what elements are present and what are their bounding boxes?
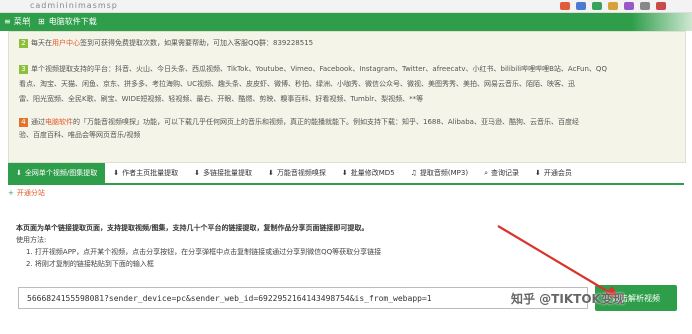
music-icon: ♫ (410, 169, 417, 177)
menu-button[interactable]: ≡ 菜单 (4, 16, 30, 27)
site-link[interactable]: ⊞ 电脑软件下载 (38, 16, 97, 27)
step-number-badge: 4 (19, 117, 28, 127)
instructions-intro: 本页面为单个链接提取页面，支持提取视频/图集，支持几十个平台的链接提取，复制作品… (16, 224, 369, 232)
download-icon: ⬇ (194, 169, 200, 177)
menu-icon: ≡ (4, 17, 11, 26)
tab-label: 批量修改MD5 (350, 169, 395, 177)
search-icon: ⌕ (484, 168, 489, 177)
download-icon: ⬇ (341, 169, 348, 177)
menu-label: 菜单 (13, 17, 30, 26)
usage-step-2: 2. 将刚才复制的链接粘贴到下面的输入框 (26, 260, 154, 268)
extension-icon[interactable] (624, 2, 634, 10)
tab-author-batch[interactable]: ⬇ 作者主页批量提取 (105, 163, 186, 183)
extension-icon[interactable] (592, 2, 602, 10)
download-icon: ⬇ (16, 169, 22, 177)
tab-query-records[interactable]: ⌕ 查询记录 (476, 163, 527, 183)
info-panel: 2 每天在用户中心签到可获得免费提取次数，如果需要帮助，可加入客服QQ群：8392… (8, 31, 686, 163)
tab-label: 多链接批量提取 (202, 169, 252, 177)
info-line-2b: 看点、淘宝、天猫、闲鱼、京东、拼多多、考拉海购、UC视频、趣头条、皮皮虾、微博、… (19, 80, 576, 88)
tab-audio-mp3[interactable]: ♫ 提取音频(MP3) (403, 163, 476, 183)
info-line-3b: 验、百度百科、唯品会等网页音乐/视频 (19, 131, 141, 139)
extension-icon[interactable] (640, 2, 650, 10)
browser-address-bar: cadmininimasmsp (0, 0, 692, 13)
tab-label: 作者主页批量提取 (122, 169, 179, 177)
info-text: 通过 (31, 118, 45, 126)
link-input-box (18, 287, 588, 309)
tab-label: 万能音视频嗅探 (276, 169, 326, 177)
navbar-decoration (632, 13, 692, 31)
info-line-2: 3 单个视频提取支持的平台：抖音、火山、今日头条、西瓜视频、TikTok、Yout… (19, 64, 607, 75)
tab-multi-link[interactable]: ⬇ 多链接批量提取 (186, 163, 260, 183)
info-line-3: 4 通过电脑软件的「万能音视频嗅探」功能，可以下载几乎任何网页上的音乐和视频，真正… (19, 117, 579, 128)
nav-divider (29, 17, 30, 27)
info-text: 每天在 (31, 39, 52, 47)
tab-membership[interactable]: ⬇ 开通会员 (527, 163, 580, 183)
extension-icon[interactable] (576, 2, 586, 10)
tab-label: 查询记录 (491, 169, 520, 177)
download-icon: ⬇ (113, 169, 120, 177)
download-icon: ⬇ (267, 169, 274, 177)
watermark-text: 知乎 @TIKTOK变现 (511, 292, 625, 306)
extension-icon[interactable] (560, 2, 570, 10)
step-number-badge: 2 (19, 38, 28, 48)
user-center-link[interactable]: 用户中心 (52, 39, 80, 47)
site-navbar: ≡ 菜单 ⊞ 电脑软件下载 (0, 13, 692, 31)
tab-label: 开通会员 (543, 169, 572, 177)
tool-tabs: ⬇ 全网单个视频/图集提取 ⬇ 作者主页批量提取 ⬇ 多链接批量提取 ⬇ 万能音视频嗅探… (8, 163, 684, 185)
tab-md5[interactable]: ⬇ 批量修改MD5 (334, 163, 403, 183)
extension-icon[interactable] (608, 2, 618, 10)
tab-single-video[interactable]: ⬇ 全网单个视频/图集提取 (8, 163, 106, 183)
info-text: 单个视频提取支持的平台：抖音、火山、今日头条、西瓜视频、TikTok、Youtu… (31, 65, 607, 73)
plus-icon: + (8, 189, 14, 197)
tab-label: 开通分站 (16, 189, 45, 197)
extension-icon[interactable] (656, 2, 666, 10)
step-number-badge: 3 (19, 64, 28, 74)
software-link[interactable]: 电脑软件 (45, 118, 73, 126)
address-url[interactable]: cadmininimasmsp (30, 1, 118, 10)
tab-label: 提取音频(MP3) (419, 169, 469, 177)
site-label: 电脑软件下载 (48, 17, 97, 26)
usage-title: 使用方法: (16, 236, 47, 244)
info-text: 的「万能音视频嗅探」功能，可以下载几乎任何网页上的音乐和视频，真正的能播就能下。… (73, 118, 579, 126)
info-line-2c: 雷、阳光宽频、全民K歌、刷宝、WIDE短视频、轻视频、最右、开眼、酷燃、剪映、糗… (19, 95, 424, 103)
tab-sniffer[interactable]: ⬇ 万能音视频嗅探 (260, 163, 334, 183)
link-input[interactable] (19, 288, 587, 308)
tab-sub-site[interactable]: + 开通分站 (8, 188, 45, 198)
info-text: 签到可获得免费提取次数，如果需要帮助，可加入客服QQ群：839228515 (80, 39, 314, 47)
usage-step-1: 1. 打开视频APP，点开某个视频，点击分享按钮，在分享弹框中点击复制链接或通过… (26, 248, 382, 256)
info-line-1: 2 每天在用户中心签到可获得免费提取次数，如果需要帮助，可加入客服QQ群：8392… (19, 38, 313, 49)
windows-icon: ⊞ (38, 17, 45, 26)
download-icon: ⬇ (535, 169, 541, 177)
tab-label: 全网单个视频/图集提取 (24, 169, 98, 177)
